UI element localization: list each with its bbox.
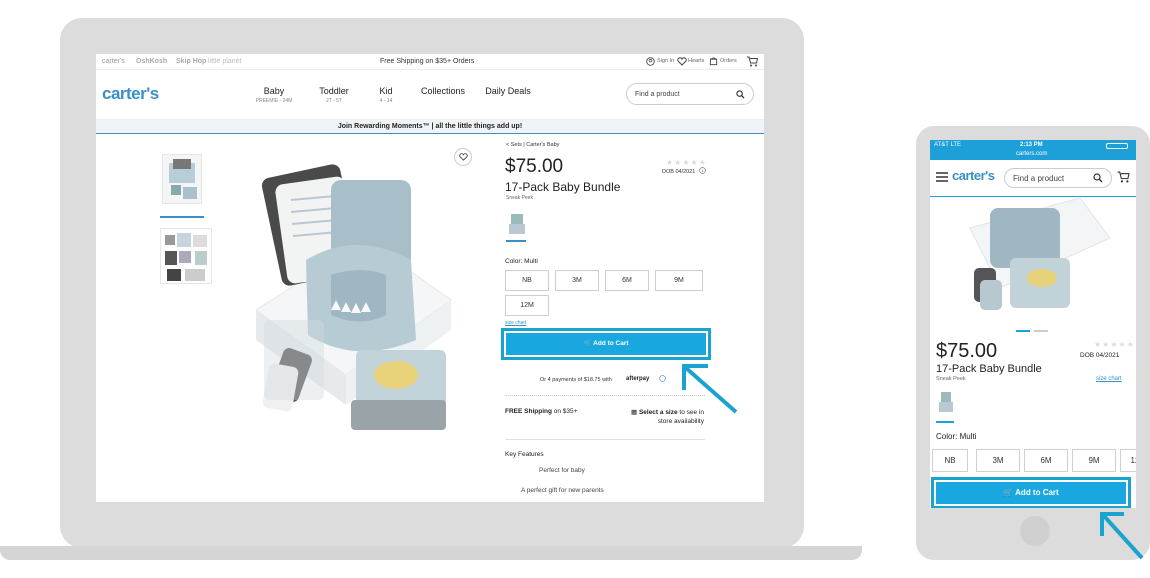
feature-item: Perfect for baby xyxy=(539,467,585,474)
breadcrumb[interactable]: < Sets | Carter's Baby xyxy=(506,142,559,148)
utility-bar: carter's OshKosh Skip Hop little planet … xyxy=(96,54,764,70)
free-shipping-info: FREE Shipping on $35+ xyxy=(505,408,578,415)
rating-stars[interactable]: ★★★★★ xyxy=(666,158,707,167)
size-button-12m[interactable]: 12M xyxy=(505,295,549,316)
add-to-cart-button[interactable]: 🛒 Add to Cart xyxy=(506,333,706,355)
cart-icon: 🛒 xyxy=(1003,488,1016,497)
size-button-nb[interactable]: NB xyxy=(932,449,968,472)
brand-link-oshkosh[interactable]: OshKosh xyxy=(136,58,167,65)
laptop-base xyxy=(0,546,862,560)
laptop-screen: carter's OshKosh Skip Hop little planet … xyxy=(96,54,764,502)
color-label: Color: Multi xyxy=(505,258,538,265)
rating-stars[interactable]: ★★★★★ xyxy=(1094,340,1135,349)
box-icon[interactable] xyxy=(709,57,718,66)
cart-icon[interactable] xyxy=(1116,171,1130,183)
size-button-6m[interactable]: 6M xyxy=(605,270,649,291)
pointer-arrow-icon xyxy=(682,364,738,414)
brand-link-carters[interactable]: carter's xyxy=(102,58,125,65)
search-input[interactable]: Find a product xyxy=(626,83,754,105)
phone-status-bar: AT&T LTE 2:13 PM carters.com xyxy=(930,140,1136,160)
size-button-6m[interactable]: 6M xyxy=(1024,449,1068,472)
url-bar[interactable]: carters.com xyxy=(1016,151,1047,157)
carousel-dot-active[interactable] xyxy=(1016,330,1030,332)
size-chart-link[interactable]: size chart xyxy=(1096,376,1122,382)
pointer-arrow-icon xyxy=(1100,512,1144,560)
size-button-nb[interactable]: NB xyxy=(505,270,549,291)
product-price: $75.00 xyxy=(936,340,998,362)
hamburger-menu-icon[interactable] xyxy=(936,172,948,182)
afterpay-logo: afterpay xyxy=(626,376,650,382)
add-to-cart-button[interactable]: 🛒 Add to Cart xyxy=(936,482,1126,504)
search-input[interactable]: Find a product xyxy=(1004,168,1112,188)
clock: 2:13 PM xyxy=(1020,142,1043,148)
product-thumbnail-2[interactable] xyxy=(160,228,212,284)
swatch-active-indicator xyxy=(936,421,954,423)
search-icon[interactable] xyxy=(1093,173,1103,183)
carters-logo[interactable]: carter's xyxy=(952,168,995,183)
phone-screen: AT&T LTE 2:13 PM carters.com carter's Fi… xyxy=(930,140,1136,508)
product-main-image[interactable] xyxy=(236,140,476,440)
size-button-3m[interactable]: 3M xyxy=(555,270,599,291)
dob-label: DOB 04/2021 xyxy=(1080,352,1120,359)
product-price: $75.00 xyxy=(505,156,564,177)
color-swatch[interactable] xyxy=(938,390,954,418)
search-icon[interactable] xyxy=(736,89,745,99)
afterpay-text: Or 4 payments of $18.75 with xyxy=(540,377,612,383)
header-divider xyxy=(930,196,1136,197)
user-icon[interactable] xyxy=(646,57,655,66)
product-thumbnail-1[interactable] xyxy=(162,154,202,204)
dob-label: DOB 04/2021 xyxy=(662,169,696,175)
color-label: Color: Multi xyxy=(936,432,977,441)
feature-item: A perfect gift for new parents xyxy=(521,487,604,494)
size-button-9m[interactable]: 9M xyxy=(1072,449,1116,472)
nav-collections[interactable]: Collections xyxy=(418,86,468,96)
divider xyxy=(505,395,705,396)
product-name: 17-Pack Baby Bundle xyxy=(505,180,621,194)
product-main-image[interactable] xyxy=(960,198,1120,320)
afterpay-info-icon[interactable] xyxy=(659,375,666,382)
carousel-dot[interactable] xyxy=(1034,330,1048,332)
product-name: 17-Pack Baby Bundle xyxy=(936,363,1042,375)
size-button-12m[interactable]: 12 xyxy=(1120,449,1136,472)
carters-logo[interactable]: carter's xyxy=(102,84,159,104)
carrier-label: AT&T LTE xyxy=(934,142,962,148)
hearts-link[interactable]: Hearts xyxy=(688,58,704,64)
info-icon[interactable] xyxy=(699,167,706,174)
cart-icon: 🛒 xyxy=(583,340,594,347)
sneak-peek-tag: Sneak Peek xyxy=(506,195,533,201)
swatch-active-indicator xyxy=(506,240,526,242)
size-button-9m[interactable]: 9M xyxy=(655,270,703,291)
favorite-heart-icon[interactable] xyxy=(454,148,472,166)
size-button-3m[interactable]: 3M xyxy=(976,449,1020,472)
brand-link-little-planet[interactable]: little planet xyxy=(208,58,241,65)
heart-icon[interactable] xyxy=(677,57,687,66)
sneak-peek-tag: Sneak Peek xyxy=(936,376,966,382)
color-swatch[interactable] xyxy=(507,212,527,238)
rewards-promo-banner[interactable]: Join Rewarding Moments™ | all the little… xyxy=(96,120,764,134)
divider xyxy=(505,439,705,440)
key-features-heading: Key Features xyxy=(505,451,544,458)
home-button xyxy=(1020,516,1050,546)
shipping-banner: Free Shipping on $35+ Orders xyxy=(380,58,475,65)
battery-icon xyxy=(1106,143,1128,149)
orders-link[interactable]: Orders xyxy=(720,58,737,64)
nav-toddler[interactable]: Toddler 2T - 5T xyxy=(316,86,352,104)
thumbnail-active-indicator xyxy=(160,216,204,218)
nav-daily-deals[interactable]: Daily Deals xyxy=(484,86,532,96)
brand-link-skiphop[interactable]: Skip Hop xyxy=(176,58,206,65)
cart-icon[interactable] xyxy=(746,56,758,67)
nav-kid[interactable]: Kid 4 - 14 xyxy=(372,86,400,104)
store-icon: ▦ xyxy=(630,409,639,416)
size-chart-link[interactable]: size chart xyxy=(505,320,526,326)
nav-baby[interactable]: Baby PREEMIE - 24M xyxy=(254,86,294,104)
sign-in-link[interactable]: Sign In xyxy=(657,58,674,64)
main-nav: carter's Baby PREEMIE - 24M Toddler 2T - 5… xyxy=(96,70,764,120)
